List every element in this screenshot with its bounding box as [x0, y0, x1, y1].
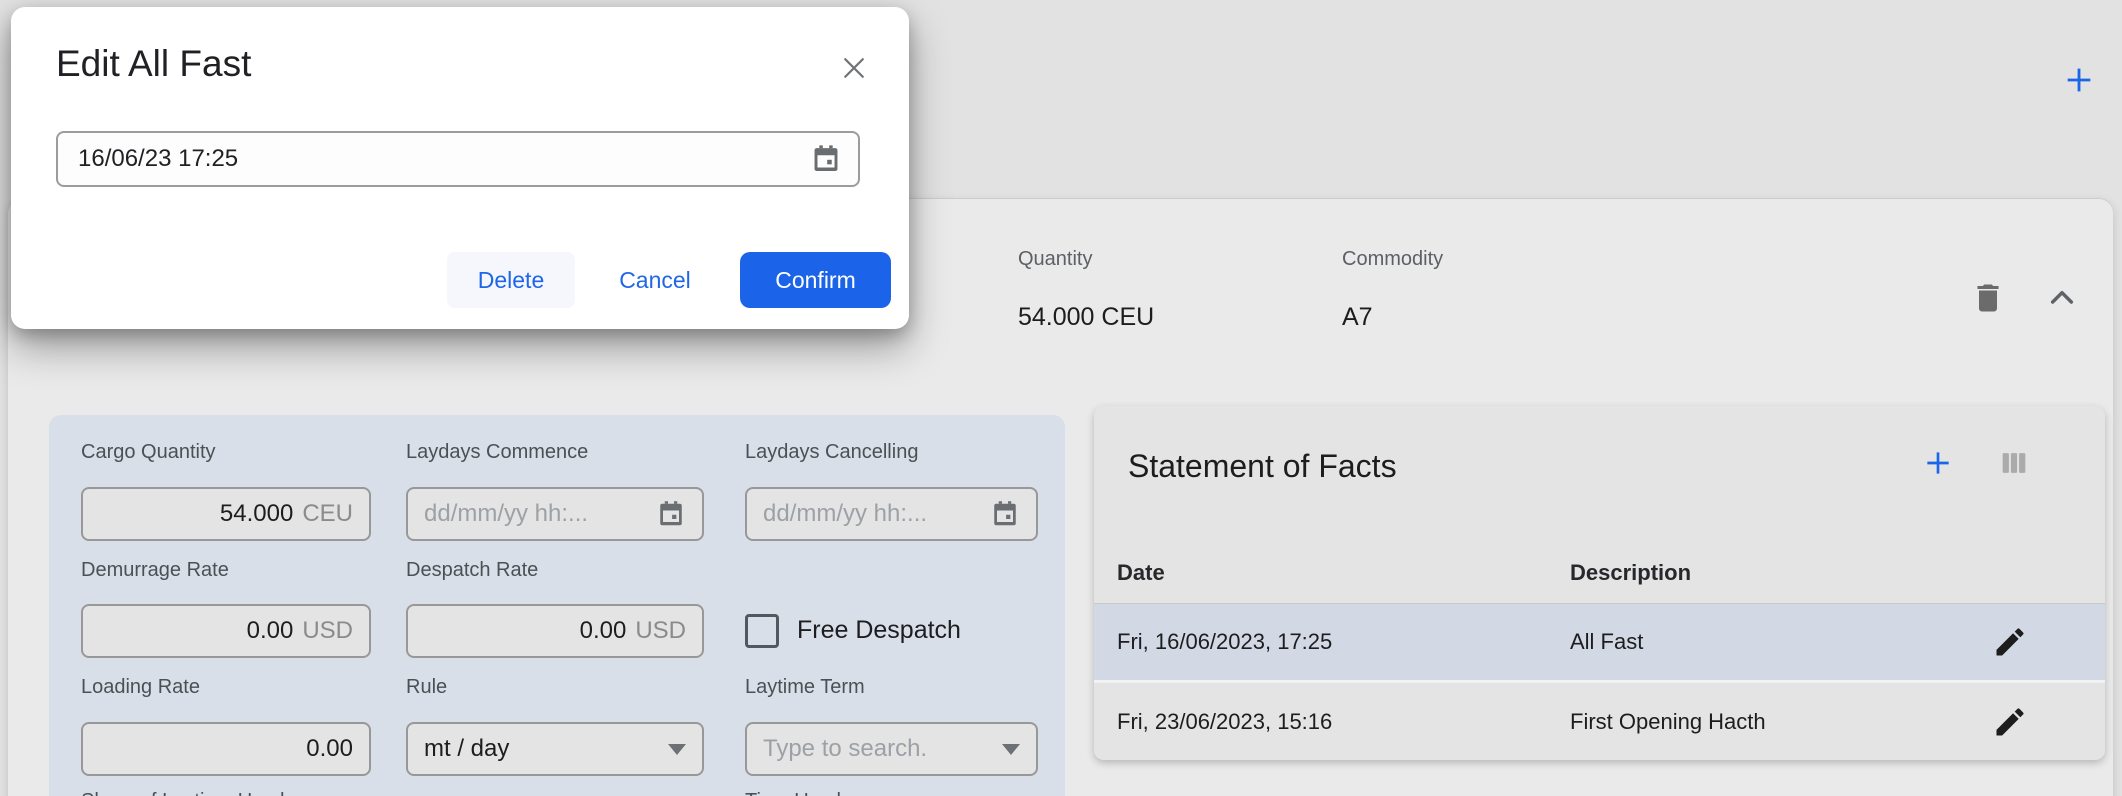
free-despatch-checkbox[interactable]	[745, 614, 779, 648]
free-despatch-label: Free Despatch	[797, 616, 961, 645]
columns-icon	[1997, 446, 2031, 480]
cargo-quantity-value: 54.000	[220, 500, 293, 528]
calendar-icon[interactable]	[810, 143, 842, 175]
pencil-icon	[1992, 624, 2028, 660]
despatch-rate-field[interactable]: 0.00 USD	[406, 604, 704, 658]
cargo-form-panel: Cargo Quantity 54.000 CEU Laydays Commen…	[49, 415, 1065, 796]
quantity-label: Quantity	[1018, 248, 1092, 271]
add-button[interactable]	[2057, 58, 2101, 102]
add-sof-entry-button[interactable]	[1916, 441, 1960, 485]
calendar-icon[interactable]	[990, 499, 1020, 529]
time-used-label: Time Used	[745, 790, 841, 796]
chevron-down-icon	[668, 744, 686, 755]
sof-header-date: Date	[1117, 560, 1165, 586]
close-icon	[839, 53, 869, 83]
cargo-quantity-field[interactable]: 54.000 CEU	[81, 487, 371, 541]
cancel-button[interactable]: Cancel	[596, 252, 714, 308]
sof-row-description: First Opening Hacth	[1570, 709, 1766, 735]
laydays-commence-placeholder: dd/mm/yy hh:...	[424, 500, 588, 528]
laydays-commence-label: Laydays Commence	[406, 441, 588, 464]
laydays-commence-field[interactable]: dd/mm/yy hh:...	[406, 487, 704, 541]
demurrage-rate-unit: USD	[302, 617, 353, 645]
datetime-value: 16/06/23 17:25	[78, 145, 238, 173]
statement-of-facts-title: Statement of Facts	[1128, 448, 1397, 485]
sof-row-date: Fri, 16/06/2023, 17:25	[1117, 629, 1332, 655]
commodity-value: A7	[1342, 303, 1373, 332]
cargo-quantity-label: Cargo Quantity	[81, 441, 216, 464]
despatch-rate-value: 0.00	[580, 617, 627, 645]
delete-button[interactable]: Delete	[447, 252, 575, 308]
laytime-term-dropdown[interactable]: Type to search.	[745, 722, 1038, 776]
laydays-cancelling-label: Laydays Cancelling	[745, 441, 918, 464]
columns-settings-button[interactable]	[1992, 441, 2036, 485]
close-dialog-button[interactable]	[829, 43, 879, 93]
confirm-button[interactable]: Confirm	[740, 252, 891, 308]
trash-icon	[1970, 280, 2006, 316]
statement-of-facts-card: Statement of Facts Date Description Fri,…	[1094, 406, 2105, 760]
quantity-value: 54.000 CEU	[1018, 303, 1154, 332]
sof-row-date: Fri, 23/06/2023, 15:16	[1117, 709, 1332, 735]
laydays-cancelling-placeholder: dd/mm/yy hh:...	[763, 500, 927, 528]
calendar-icon[interactable]	[656, 499, 686, 529]
rule-label: Rule	[406, 676, 447, 699]
demurrage-rate-label: Demurrage Rate	[81, 559, 229, 582]
dialog-title: Edit All Fast	[56, 43, 251, 85]
plus-icon	[2062, 63, 2096, 97]
screen: g Quantity 54.000 CEU Commodity A7 Cargo…	[0, 0, 2122, 796]
despatch-rate-label: Despatch Rate	[406, 559, 538, 582]
chevron-up-icon	[2046, 282, 2078, 314]
edit-sof-entry-button[interactable]	[1987, 699, 2033, 745]
share-of-laytime-used-label: Share of Laytime Used	[81, 790, 284, 796]
sof-table-header: Date Description	[1094, 546, 2105, 604]
cargo-quantity-unit: CEU	[302, 500, 353, 528]
demurrage-rate-field[interactable]: 0.00 USD	[81, 604, 371, 658]
despatch-rate-unit: USD	[635, 617, 686, 645]
rule-dropdown[interactable]: mt / day	[406, 722, 704, 776]
edit-all-fast-dialog: Edit All Fast 16/06/23 17:25 Delete Canc…	[11, 7, 909, 329]
commodity-label: Commodity	[1342, 248, 1443, 271]
collapse-card-button[interactable]	[2040, 276, 2084, 320]
plus-icon	[1922, 447, 1954, 479]
table-row[interactable]: Fri, 23/06/2023, 15:16 First Opening Hac…	[1094, 683, 2105, 760]
demurrage-rate-value: 0.00	[247, 617, 294, 645]
pencil-icon	[1992, 704, 2028, 740]
sof-header-description: Description	[1570, 560, 1691, 586]
rule-value: mt / day	[424, 735, 509, 763]
loading-rate-value: 0.00	[306, 735, 353, 763]
chevron-down-icon	[1002, 744, 1020, 755]
laytime-term-placeholder: Type to search.	[763, 735, 927, 763]
sof-row-description: All Fast	[1570, 629, 1643, 655]
datetime-input[interactable]: 16/06/23 17:25	[56, 131, 860, 187]
loading-rate-field[interactable]: 0.00	[81, 722, 371, 776]
loading-rate-label: Loading Rate	[81, 676, 200, 699]
laydays-cancelling-field[interactable]: dd/mm/yy hh:...	[745, 487, 1038, 541]
edit-sof-entry-button[interactable]	[1987, 619, 2033, 665]
delete-cargo-button[interactable]	[1966, 276, 2010, 320]
laytime-term-label: Laytime Term	[745, 676, 865, 699]
table-row-selected[interactable]: Fri, 16/06/2023, 17:25 All Fast	[1094, 604, 2105, 683]
